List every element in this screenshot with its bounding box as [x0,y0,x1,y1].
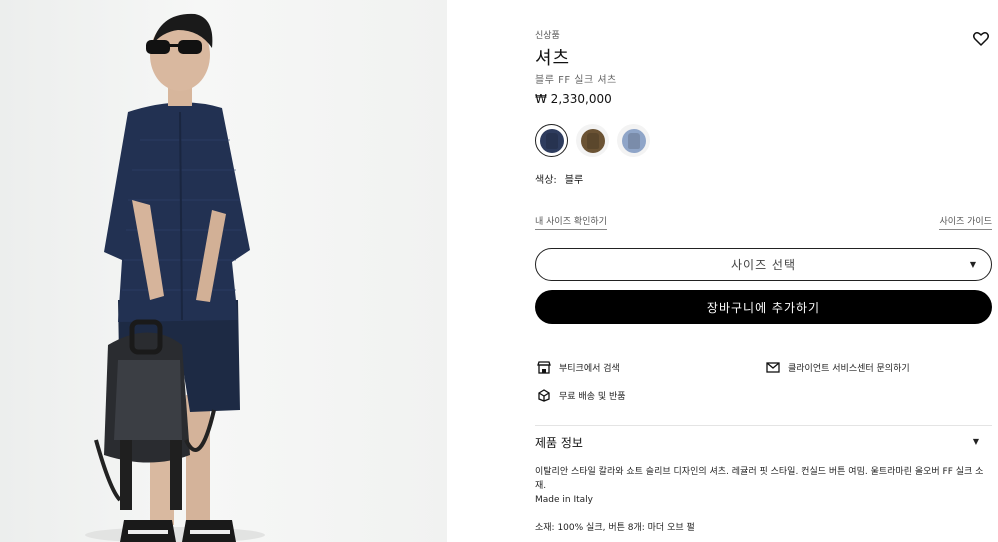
swatch-blue-shirt-icon [539,128,564,153]
color-label: 색상: [535,175,557,186]
divider [535,425,992,426]
size-select-dropdown[interactable]: 사이즈 선택 ▼ [535,248,992,281]
wishlist-heart-icon[interactable] [973,31,989,46]
free-shipping-returns-label: 무료 배송 및 반품 [559,392,626,402]
client-service-link[interactable]: 클라이언트 서비스센터 문의하기 [766,361,910,374]
product-title: 셔츠 [535,48,571,69]
find-in-boutique-label: 부티크에서 검색 [559,364,620,374]
color-swatches [535,124,650,158]
selected-color: 색상: 블루 [535,171,583,186]
swatch-blue[interactable] [535,124,568,157]
swatch-brown[interactable] [576,124,609,157]
size-guide-link[interactable]: 사이즈 가이드 [939,214,992,230]
find-in-boutique-link[interactable]: 부티크에서 검색 [537,361,620,374]
new-badge: 신상품 [535,31,560,41]
mail-icon [766,362,780,373]
swatch-light-blue[interactable] [617,124,650,157]
client-service-label: 클라이언트 서비스센터 문의하기 [788,364,910,374]
model-illustration [85,13,265,542]
store-icon [537,361,551,374]
product-image [0,0,447,542]
product-subtitle: 블루 FF 실크 셔츠 [535,75,617,86]
check-my-size-link[interactable]: 내 사이즈 확인하기 [535,214,607,230]
made-in: Made in Italy [535,495,593,505]
product-price: ₩ 2,330,000 [535,92,612,106]
caret-down-icon: ▼ [969,260,977,269]
caret-down-icon[interactable]: ▼ [973,437,979,446]
product-info-panel: 신상품 셔츠 블루 FF 실크 셔츠 ₩ 2,330,000 색상: 블루 내 사… [535,0,993,542]
swatch-light-blue-shirt-icon [621,128,646,153]
size-select-label: 사이즈 선택 [730,258,796,272]
material-composition: 소재: 100% 실크, 버튼 8개: 마더 오브 펄 [535,523,695,533]
free-shipping-returns-link[interactable]: 무료 배송 및 반품 [537,389,626,402]
add-to-cart-button[interactable]: 장바구니에 추가하기 [535,290,992,324]
shipping-box-icon [538,389,550,402]
product-description: 이탈리안 스타일 칼라와 쇼트 슬리브 디자인의 셔츠. 레귤러 핏 스타일. … [535,467,984,491]
swatch-brown-shirt-icon [580,128,605,153]
product-details-toggle[interactable]: 제품 정보 [535,434,583,451]
color-value: 블루 [564,175,584,186]
